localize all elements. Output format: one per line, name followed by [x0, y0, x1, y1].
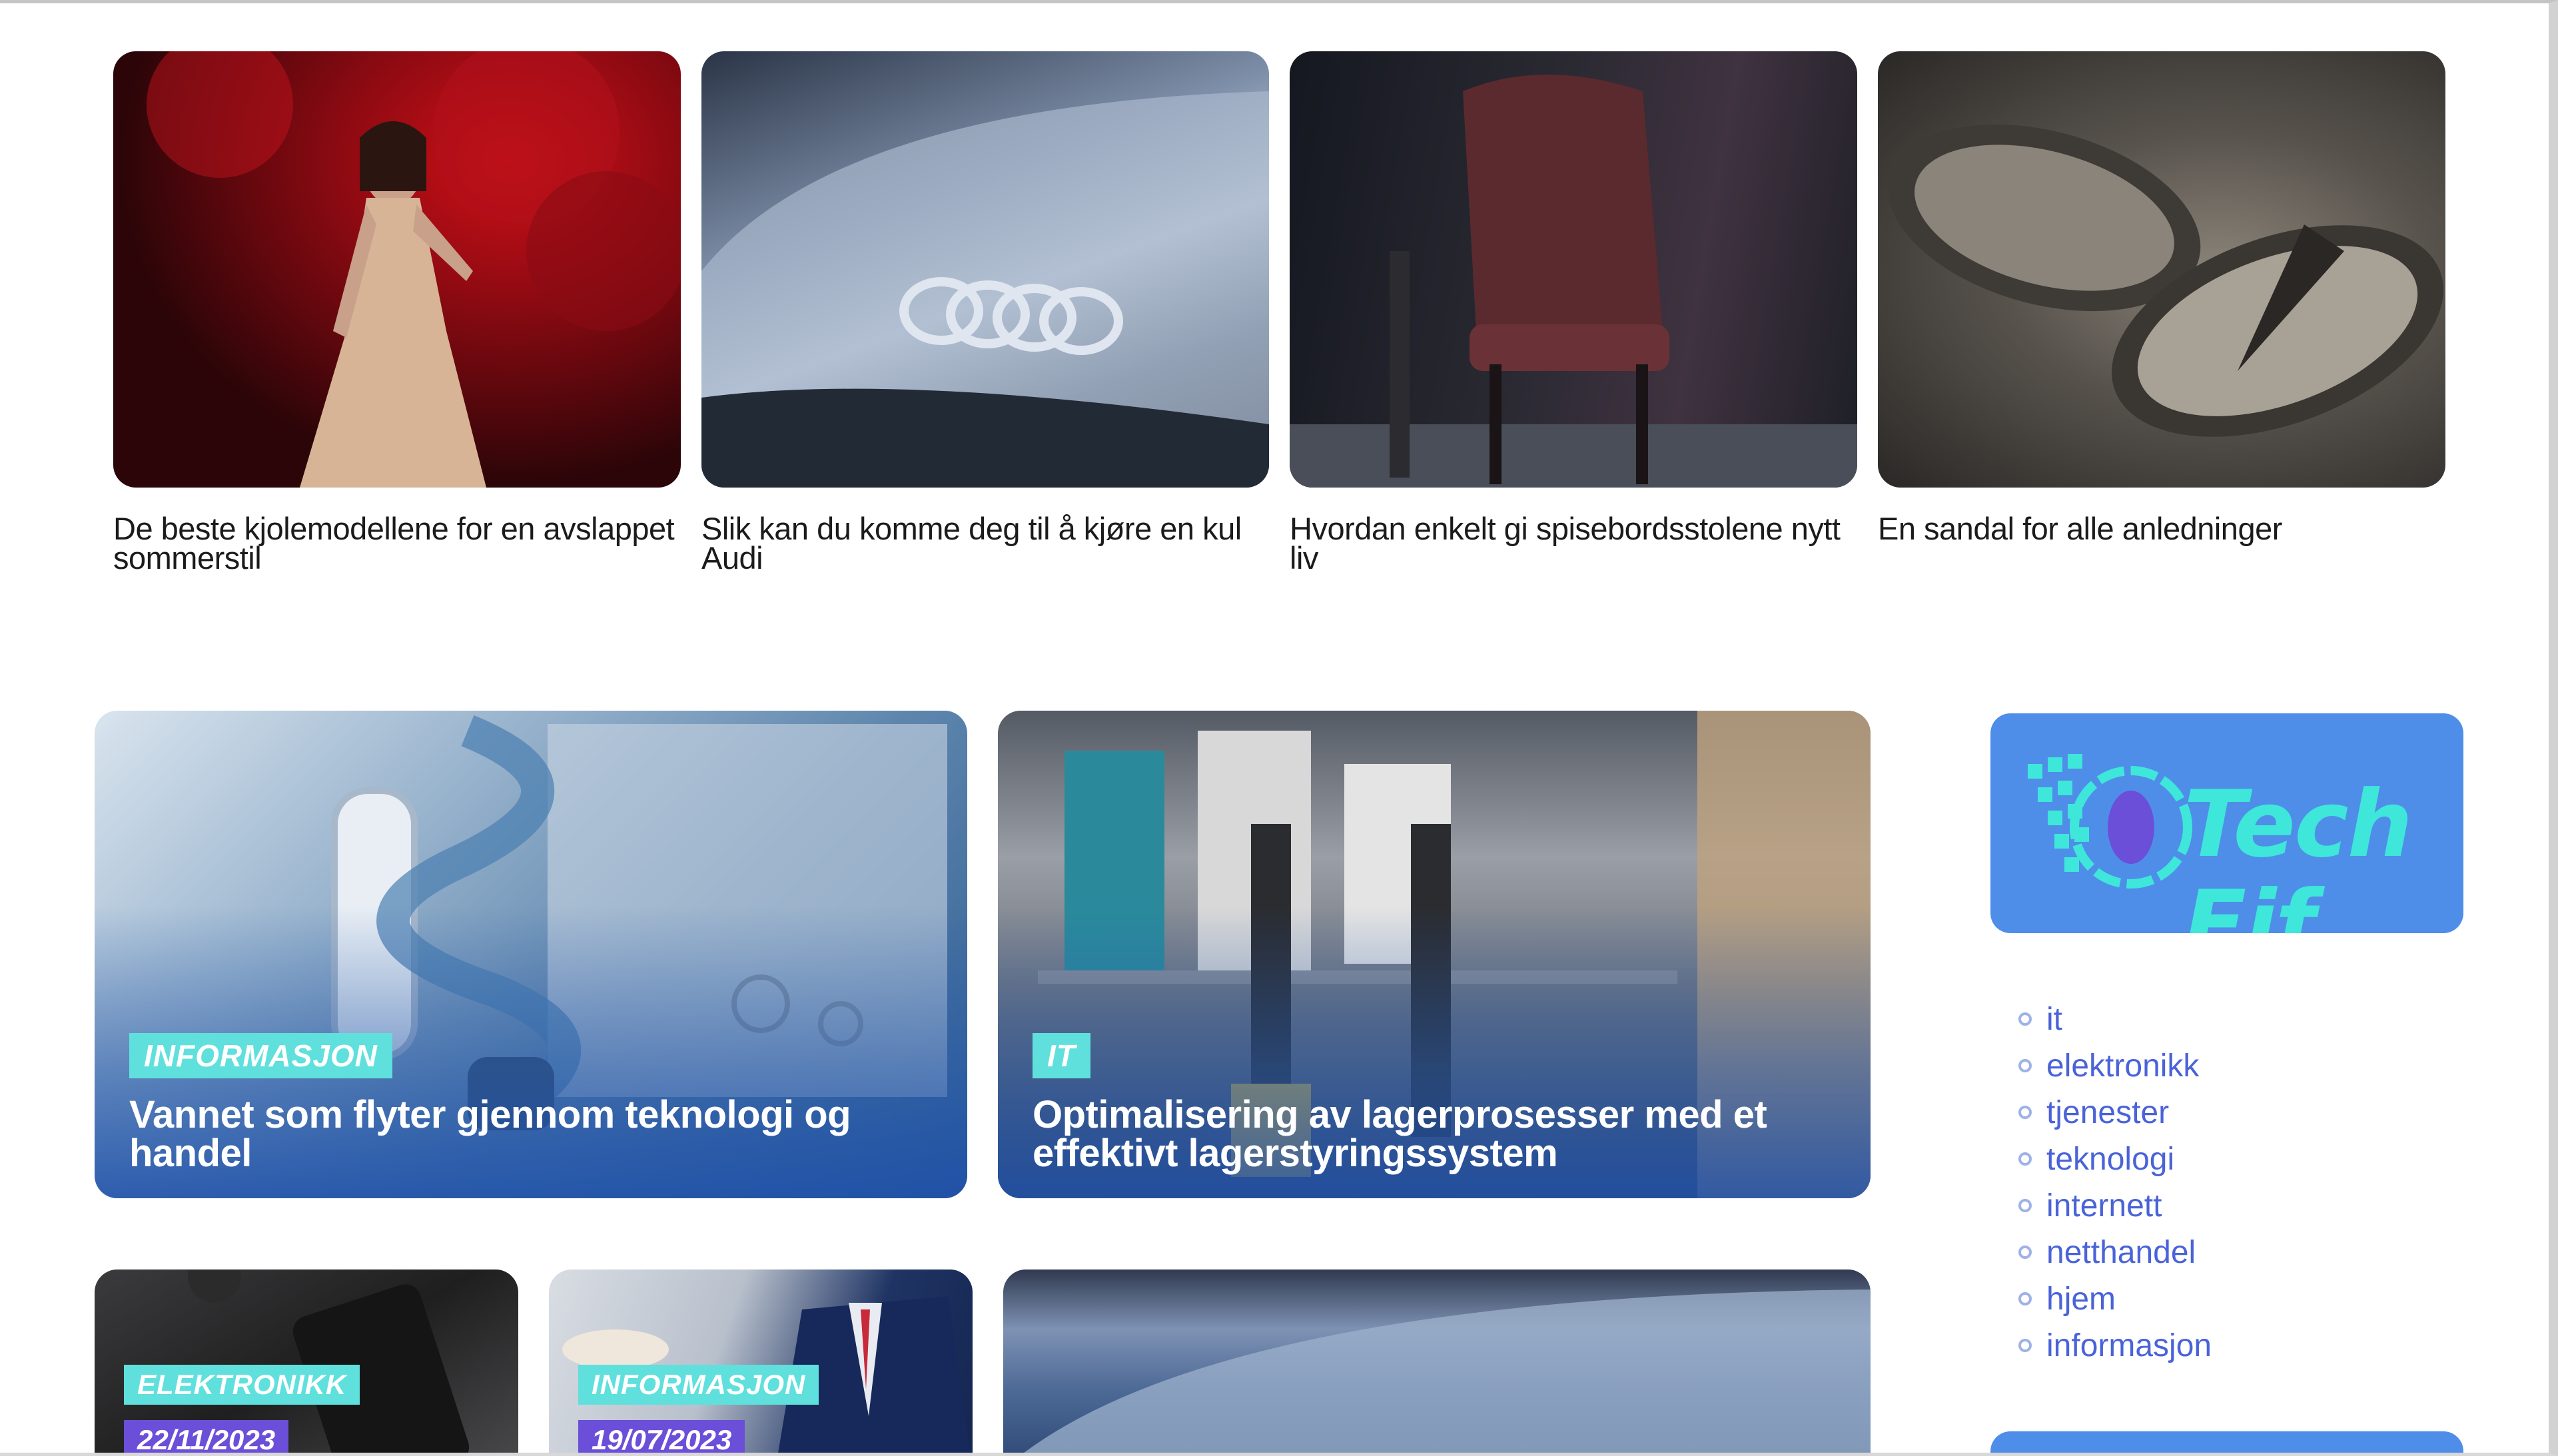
top-article-card[interactable]: Slik kan du komme deg til å kjøre en kul…: [701, 51, 1269, 573]
featured-article-card[interactable]: IT Optimalisering av lagerprosesser med …: [998, 711, 1871, 1198]
article-image[interactable]: [1290, 51, 1857, 488]
article-title[interactable]: Hvordan enkelt gi spisebordsstolene nytt…: [1290, 513, 1857, 573]
featured-article-card[interactable]: INFORMASJON Vannet som flyter gjennom te…: [95, 711, 967, 1198]
category-link[interactable]: elektronikk: [2046, 1048, 2199, 1084]
category-link[interactable]: informasjon: [2046, 1327, 2212, 1364]
dress-photo-illustration: [147, 51, 681, 488]
article-image[interactable]: [1878, 51, 2445, 488]
featured-title[interactable]: Optimalisering av lagerprosesser med et …: [1033, 1096, 1817, 1173]
bullet-icon: [2018, 1012, 2032, 1026]
bullet-icon: [2018, 1199, 2032, 1212]
category-link[interactable]: tjenester: [2046, 1094, 2169, 1131]
page: De beste kjolemodellene for en avslappet…: [0, 0, 2558, 1456]
category-link[interactable]: teknologi: [2046, 1141, 2174, 1178]
category-tag[interactable]: IT: [1033, 1033, 1090, 1078]
category-link[interactable]: netthandel: [2046, 1234, 2196, 1271]
featured-title[interactable]: Vannet som flyter gjennom teknologi og h…: [129, 1096, 914, 1173]
category-item[interactable]: tjenester: [2018, 1089, 2212, 1136]
category-link[interactable]: hjem: [2046, 1281, 2116, 1317]
audi-photo-illustration: [701, 91, 1269, 488]
category-item[interactable]: teknologi: [2018, 1136, 2212, 1182]
bullet-icon: [2018, 1246, 2032, 1259]
sandal-photo-illustration: [1888, 124, 2443, 437]
date-badge: 22/11/2023: [124, 1420, 289, 1453]
bullet-icon: [2018, 1292, 2032, 1305]
category-item[interactable]: elektronikk: [2018, 1042, 2212, 1089]
bullet-icon: [2018, 1106, 2032, 1119]
site-logo[interactable]: Tech Fif: [1990, 713, 2463, 933]
category-link[interactable]: it: [2046, 1001, 2062, 1038]
category-tag[interactable]: INFORMASJON: [578, 1365, 819, 1405]
category-tag[interactable]: ELEKTRONIKK: [124, 1365, 360, 1405]
bullet-icon: [2018, 1059, 2032, 1072]
top-article-card[interactable]: Hvordan enkelt gi spisebordsstolene nytt…: [1290, 51, 1857, 573]
article-title[interactable]: Slik kan du komme deg til å kjøre en kul…: [701, 513, 1269, 573]
bullet-icon: [2018, 1339, 2032, 1352]
article-card[interactable]: [1003, 1270, 1871, 1453]
article-image[interactable]: [113, 51, 681, 488]
bullet-icon: [2018, 1152, 2032, 1166]
chair-photo-illustration: [1290, 75, 1857, 488]
top-article-card[interactable]: En sandal for alle anledninger: [1878, 51, 2445, 544]
date-badge: 19/07/2023: [578, 1420, 745, 1453]
category-tag[interactable]: INFORMASJON: [129, 1033, 392, 1078]
category-list: it elektronikk tjenester teknologi inter…: [2018, 996, 2212, 1369]
top-article-card[interactable]: De beste kjolemodellene for en avslappet…: [113, 51, 681, 573]
sidebar-widget: [1990, 1431, 2463, 1453]
article-card[interactable]: INFORMASJON 19/07/2023: [549, 1270, 973, 1453]
category-item[interactable]: informasjon: [2018, 1322, 2212, 1369]
category-item[interactable]: netthandel: [2018, 1229, 2212, 1275]
article-title[interactable]: De beste kjolemodellene for en avslappet…: [113, 513, 681, 573]
category-link[interactable]: internett: [2046, 1188, 2162, 1224]
logo-mark-icon: [2028, 754, 2192, 889]
article-image[interactable]: [701, 51, 1269, 488]
car-hood-illustration: [1024, 1289, 1871, 1453]
category-item[interactable]: internett: [2018, 1182, 2212, 1229]
category-item[interactable]: it: [2018, 996, 2212, 1042]
article-card[interactable]: ELEKTRONIKK 22/11/2023: [95, 1270, 518, 1453]
logo-text: Tech Fif: [2184, 771, 2413, 934]
article-title[interactable]: En sandal for alle anledninger: [1878, 513, 2445, 544]
category-item[interactable]: hjem: [2018, 1275, 2212, 1322]
